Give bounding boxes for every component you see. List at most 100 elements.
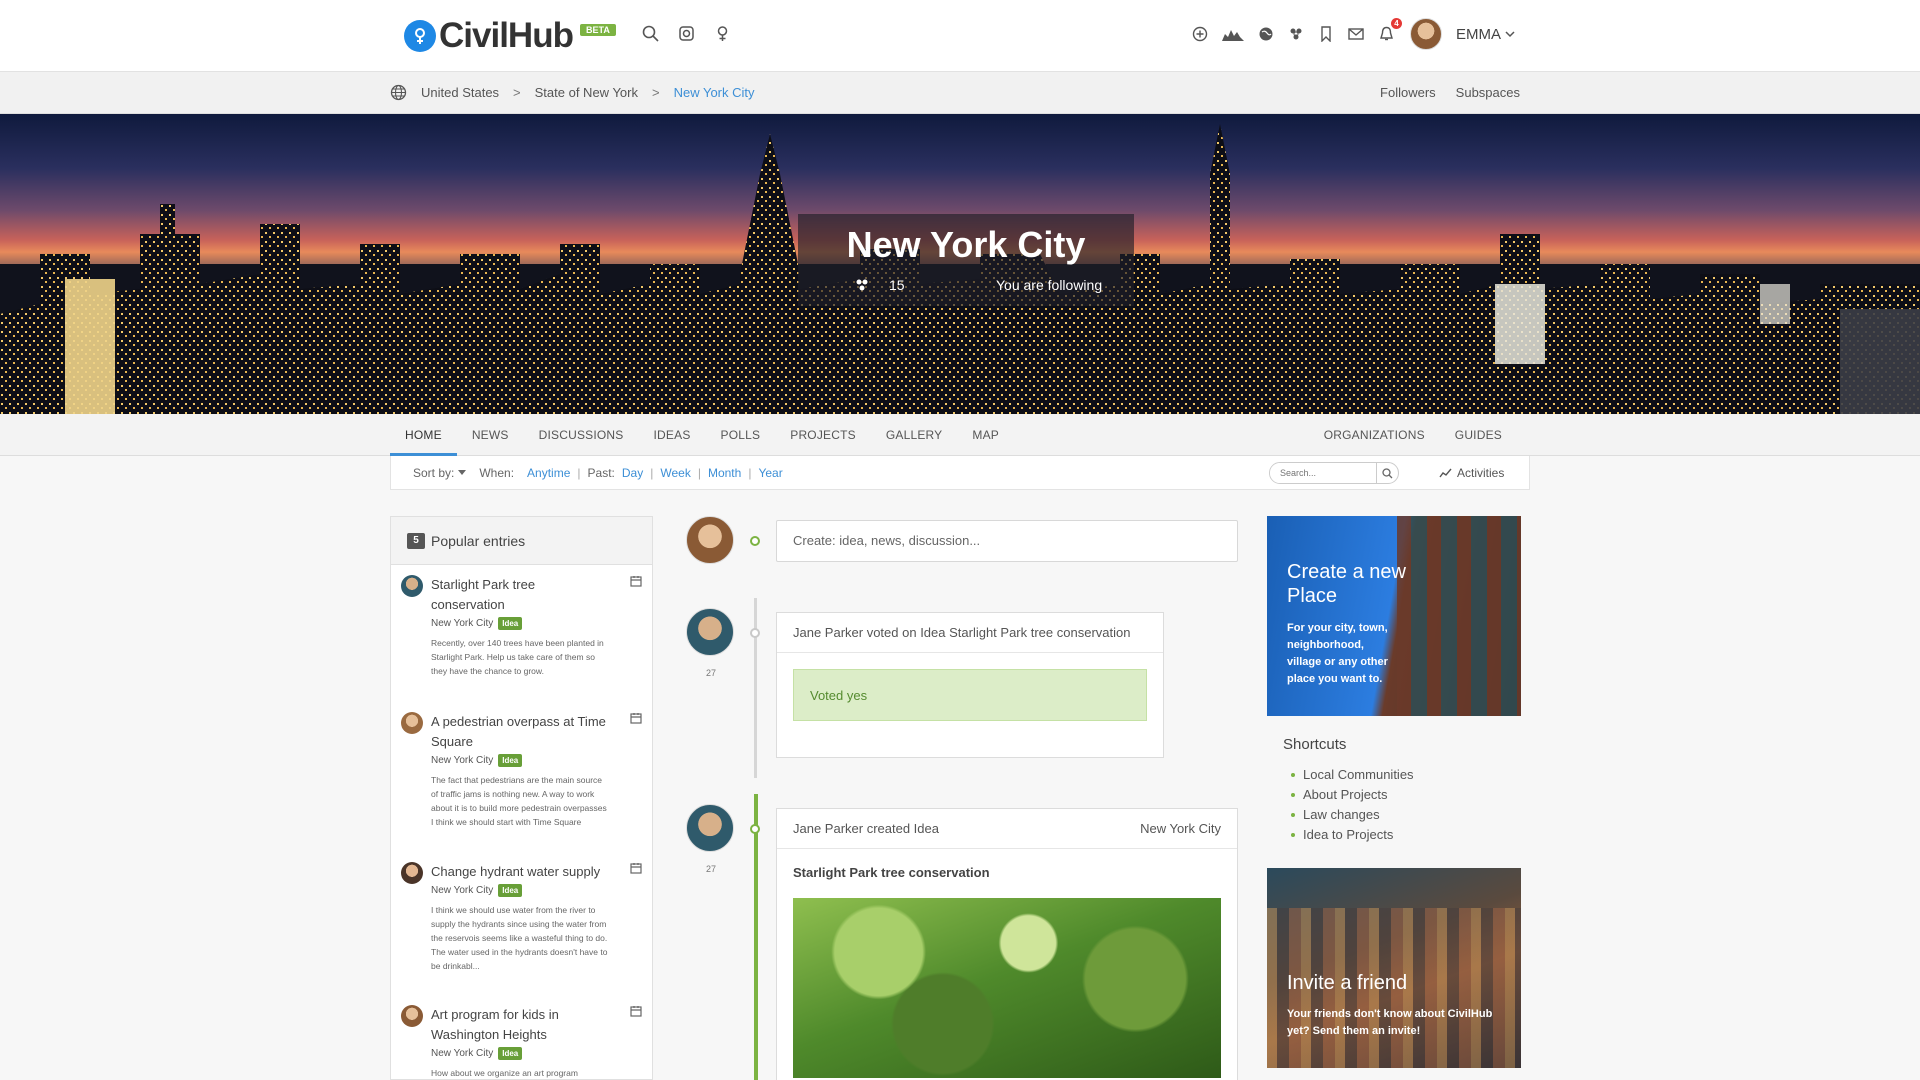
- divider: |: [577, 466, 581, 480]
- create-place-promo[interactable]: Create a new Place For your city, town, …: [1267, 516, 1521, 716]
- vote-result: Voted yes: [793, 669, 1147, 721]
- entry-score: 27: [706, 668, 717, 678]
- right-tools: 4: [1190, 18, 1402, 44]
- entry-location: New York City Idea: [431, 617, 642, 630]
- search-input[interactable]: [1270, 463, 1376, 483]
- filter-year[interactable]: Year: [758, 466, 782, 480]
- activity-timeline: Create: idea, news, discussion... 27 Jan…: [684, 516, 1244, 1080]
- entry-title[interactable]: Art program for kids in Washington Heigh…: [431, 1005, 611, 1045]
- activity-place[interactable]: New York City: [1140, 821, 1221, 836]
- tab-list-right: ORGANIZATIONS GUIDES: [1309, 414, 1517, 456]
- follow-status-button[interactable]: You are following: [996, 277, 1102, 293]
- idea-image[interactable]: [793, 898, 1221, 1078]
- create-entry-input[interactable]: Create: idea, news, discussion...: [776, 520, 1238, 562]
- calendar-icon[interactable]: [630, 575, 642, 587]
- search-icon[interactable]: [640, 23, 660, 43]
- activities-label: Activities: [1457, 466, 1505, 480]
- avatar: [1410, 18, 1442, 50]
- entry-score: 27: [706, 864, 717, 874]
- logo[interactable]: CivilHub: [404, 16, 574, 56]
- breadcrumb-separator: >: [651, 85, 660, 100]
- popular-entries-panel: 5 Popular entries Starlight Park tree co…: [390, 516, 653, 1080]
- shortcuts-list: Local Communities About Projects Law cha…: [1283, 765, 1505, 845]
- activity-text[interactable]: Jane Parker voted on Idea Starlight Park…: [793, 625, 1130, 640]
- notification-bell-icon[interactable]: 4: [1376, 18, 1402, 44]
- search-icon: [1382, 467, 1393, 478]
- popular-title: Popular entries: [431, 532, 526, 549]
- tab-gallery[interactable]: GALLERY: [871, 414, 958, 456]
- divider: |: [748, 466, 752, 480]
- shortcut-idea-to-projects[interactable]: Idea to Projects: [1283, 825, 1505, 845]
- search-button[interactable]: [1376, 463, 1398, 483]
- promo-title: Create a new Place: [1287, 561, 1406, 607]
- breadcrumb-links: Followers Subspaces: [1380, 85, 1520, 100]
- entry-title[interactable]: Starlight Park tree conservation: [431, 575, 611, 615]
- entry-location-label: New York City: [431, 1048, 494, 1059]
- filter-week[interactable]: Week: [660, 466, 690, 480]
- avatar: [686, 516, 734, 564]
- compass-icon[interactable]: [676, 23, 696, 43]
- calendar-icon[interactable]: [630, 712, 642, 724]
- shortcuts-title: Shortcuts: [1283, 736, 1347, 753]
- breadcrumb-item-city[interactable]: New York City: [674, 85, 755, 100]
- shortcut-law-changes[interactable]: Law changes: [1283, 805, 1505, 825]
- sort-dropdown[interactable]: Sort by:: [413, 466, 467, 480]
- mail-icon[interactable]: [1346, 24, 1366, 44]
- add-icon[interactable]: [1190, 24, 1210, 44]
- popular-entries-header: 5 Popular entries: [391, 517, 652, 565]
- breadcrumb-item-country[interactable]: United States: [421, 85, 499, 100]
- list-item[interactable]: Change hydrant water supply New York Cit…: [391, 852, 652, 995]
- activities-button[interactable]: Activities: [1439, 466, 1504, 480]
- tab-news[interactable]: NEWS: [457, 414, 524, 456]
- filter-anytime[interactable]: Anytime: [527, 466, 570, 480]
- idea-tag: Idea: [498, 1047, 523, 1060]
- tab-organizations[interactable]: ORGANIZATIONS: [1309, 414, 1440, 456]
- tab-discussions[interactable]: DISCUSSIONS: [524, 414, 639, 456]
- entry-description: The fact that pedestrians are the main s…: [431, 775, 607, 827]
- tab-ideas[interactable]: IDEAS: [639, 414, 706, 456]
- followers-link[interactable]: Followers: [1380, 85, 1436, 100]
- entry-description: I think we should use water from the riv…: [431, 905, 608, 971]
- activity-chart-icon: [1439, 468, 1452, 478]
- location-pin-icon[interactable]: [712, 23, 732, 43]
- subspaces-link[interactable]: Subspaces: [1456, 85, 1520, 100]
- card-header: Jane Parker voted on Idea Starlight Park…: [777, 613, 1163, 653]
- bookmark-icon[interactable]: [1316, 24, 1336, 44]
- calendar-icon[interactable]: [630, 1005, 642, 1017]
- tab-projects[interactable]: PROJECTS: [775, 414, 871, 456]
- breadcrumb-bar: United States > State of New York > New …: [0, 72, 1920, 114]
- timeline-line-active: [754, 794, 758, 1080]
- entry-title[interactable]: A pedestrian overpass at Time Square: [431, 712, 611, 752]
- user-menu[interactable]: EMMA: [1410, 18, 1515, 50]
- tab-map[interactable]: MAP: [957, 414, 1014, 456]
- entry-location-label: New York City: [431, 885, 494, 896]
- filters: Sort by: When: Anytime | Past: Day | Wee…: [413, 466, 783, 480]
- filter-day[interactable]: Day: [622, 466, 643, 480]
- list-item[interactable]: Starlight Park tree conservation New Yor…: [391, 565, 652, 702]
- tab-home[interactable]: HOME: [390, 414, 457, 456]
- calendar-icon[interactable]: [630, 862, 642, 874]
- top-bar: CivilHub BETA 4 EMMA: [0, 0, 1920, 72]
- tab-polls[interactable]: POLLS: [706, 414, 776, 456]
- promo-title: Invite a friend: [1287, 972, 1408, 994]
- tab-guides[interactable]: GUIDES: [1440, 414, 1517, 456]
- breadcrumb-item-state[interactable]: State of New York: [535, 85, 638, 100]
- promo-subtitle: For your city, town, neighborhood, villa…: [1287, 622, 1388, 685]
- shortcut-local-communities[interactable]: Local Communities: [1283, 765, 1505, 785]
- filter-month[interactable]: Month: [708, 466, 741, 480]
- right-sidebar: Create a new Place For your city, town, …: [1267, 516, 1521, 1068]
- timeline-dot: [750, 824, 760, 834]
- shortcut-about-projects[interactable]: About Projects: [1283, 785, 1505, 805]
- list-item[interactable]: A pedestrian overpass at Time Square New…: [391, 702, 652, 852]
- sort-label: Sort by:: [413, 466, 455, 480]
- invite-friend-promo[interactable]: Invite a friend Your friends don't know …: [1267, 868, 1521, 1068]
- section-tabs: HOME NEWS DISCUSSIONS IDEAS POLLS PROJEC…: [0, 414, 1920, 456]
- globe-icon[interactable]: [1256, 24, 1276, 44]
- list-item[interactable]: Art program for kids in Washington Heigh…: [391, 995, 652, 1079]
- when-label: When:: [479, 466, 515, 480]
- search-box: [1269, 462, 1399, 484]
- idea-title[interactable]: Starlight Park tree conservation: [777, 849, 1237, 880]
- group-icon[interactable]: [1286, 24, 1306, 44]
- city-icon[interactable]: [1220, 24, 1246, 44]
- entry-title[interactable]: Change hydrant water supply: [431, 862, 631, 882]
